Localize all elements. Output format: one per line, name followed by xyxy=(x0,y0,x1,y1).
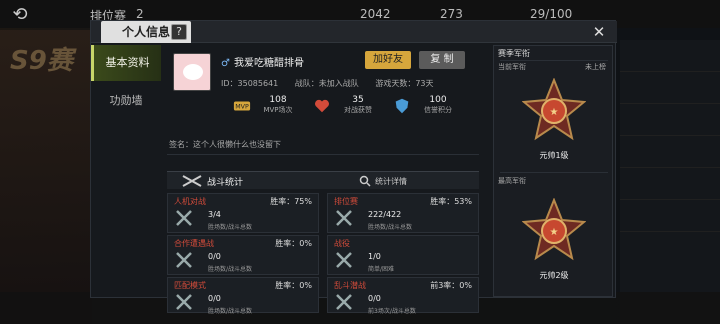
win-rate: 胜率：0% xyxy=(275,239,312,248)
divider xyxy=(500,60,608,61)
marshal-rank-medal-icon: ★ xyxy=(522,78,586,141)
search-icon xyxy=(359,175,371,187)
list-item xyxy=(620,200,720,232)
stat-likes: 35 对战获赞 xyxy=(313,95,385,135)
crossed-swords-icon xyxy=(336,252,352,268)
marshal-rank-medal-icon: ★ xyxy=(522,198,586,261)
stat-value: 108 xyxy=(269,95,287,105)
divider xyxy=(500,172,608,173)
win-rate: 胜率：53% xyxy=(430,197,472,206)
mode-name: 合作遭遇战 xyxy=(174,239,214,248)
mvp-icon: MVP xyxy=(233,101,251,111)
player-name-text: 我爱吃糖醋排骨 xyxy=(233,58,304,69)
season-rank-panel: 赛季军衔 当前军衔 未上榜 ★ 元帅1级 最高军衔 ★ 元帅2级 xyxy=(493,45,613,297)
win-count: 0/0 xyxy=(368,294,381,303)
win-rate: 胜率：0% xyxy=(275,281,312,290)
battle-cell-campaign[interactable]: 战役 1/0 简单/困难 xyxy=(327,235,479,275)
profile-info-panel: ♂ 我爱吃糖醋排骨 加好友 复 制 ID：35085641 战队：未加入战队 游戏… xyxy=(163,45,483,315)
stat-label: 对战获赞 xyxy=(344,106,372,114)
current-rank-status: 未上榜 xyxy=(585,63,606,71)
mode-name: 乱斗潜战 xyxy=(334,281,366,290)
win-count-label: 胜场数/战斗总数 xyxy=(208,266,253,273)
right-friend-list xyxy=(620,40,720,324)
win-count: 222/422 xyxy=(368,210,402,219)
win-count-label: 前3场次/战斗总数 xyxy=(368,308,416,315)
list-item xyxy=(620,136,720,168)
win-count-label: 简单/困难 xyxy=(368,266,395,273)
mode-name: 战役 xyxy=(334,239,350,248)
list-item xyxy=(620,104,720,136)
crossed-swords-icon xyxy=(336,210,352,226)
crossed-swords-icon xyxy=(176,210,192,226)
heart-icon xyxy=(314,99,330,113)
win-count-label: 胜场数/战斗总数 xyxy=(208,224,253,231)
mode-name: 匹配模式 xyxy=(174,281,206,290)
battle-cell-match[interactable]: 匹配模式 胜率：0% 0/0 胜场数/战斗总数 xyxy=(167,277,319,315)
stat-label: MVP场次 xyxy=(263,106,293,114)
player-name: ♂ 我爱吃糖醋排骨 xyxy=(221,54,304,69)
win-count: 0/0 xyxy=(208,252,221,261)
add-friend-button[interactable]: 加好友 xyxy=(365,51,411,69)
list-item xyxy=(620,72,720,104)
crossed-swords-icon xyxy=(176,294,192,310)
win-count: 3/4 xyxy=(208,210,221,219)
win-count-label: 胜场数/战斗总数 xyxy=(368,224,413,231)
best-rank-label: 最高军衔 xyxy=(498,177,526,185)
shield-icon xyxy=(395,98,409,114)
stamina-amount: 29/100 xyxy=(530,7,573,21)
crossed-guns-icon xyxy=(182,175,202,187)
signature: 签名：这个人很懒什么也没留下 xyxy=(167,139,479,155)
back-arrow-icon[interactable]: ⟲ xyxy=(0,4,40,25)
help-button[interactable]: ? xyxy=(171,24,187,40)
svg-text:★: ★ xyxy=(550,107,559,118)
stat-label: 信誉积分 xyxy=(424,106,452,114)
season-rank-title: 赛季军衔 xyxy=(498,49,530,58)
current-rank-name: 元帅1级 xyxy=(539,151,569,160)
win-rate: 前3率：0% xyxy=(430,281,472,290)
battle-stats-title: 战斗统计 xyxy=(207,178,244,188)
stat-mvp: MVP 108 MVP场次 xyxy=(233,95,305,135)
diamond-amount: 273 xyxy=(440,7,463,21)
mode-name: 排位赛 xyxy=(334,197,358,206)
svg-text:MVP: MVP xyxy=(235,104,249,111)
tab-merit-wall[interactable]: 功勋墙 xyxy=(91,83,161,119)
tab-basic-info[interactable]: 基本资料 xyxy=(91,45,161,81)
copy-button[interactable]: 复 制 xyxy=(419,51,465,69)
battle-stats-header: 战斗统计 统计详情 xyxy=(167,171,479,189)
avatar-face-icon xyxy=(183,64,203,80)
stat-value: 100 xyxy=(429,95,447,105)
crossed-swords-icon xyxy=(176,252,192,268)
win-count: 1/0 xyxy=(368,252,381,261)
battle-cell-ranked[interactable]: 排位赛 胜率：53% 222/422 胜场数/战斗总数 xyxy=(327,193,479,233)
avatar[interactable] xyxy=(173,53,211,91)
season-logo: S9赛 xyxy=(10,46,73,76)
list-item xyxy=(620,40,720,72)
win-rate: 胜率：75% xyxy=(270,197,312,206)
battle-cell-ai[interactable]: 人机对战 胜率：75% 3/4 胜场数/战斗总数 xyxy=(167,193,319,233)
stats-details-link[interactable]: 统计详情 xyxy=(375,176,407,187)
gold-amount: 2042 xyxy=(360,7,391,21)
stats-row: MVP 108 MVP场次 35 对战获赞 100 信誉积分 xyxy=(233,95,473,135)
profile-dialog: 个人信息 ? ✕ 基本资料 功勋墙 ♂ 我爱吃糖醋排骨 加好友 复 制 ID：35… xyxy=(90,20,617,315)
play-days: 游戏天数：73天 xyxy=(375,79,434,88)
level-text: 2 xyxy=(136,7,144,21)
stat-value: 35 xyxy=(352,95,364,105)
battle-cell-coop[interactable]: 合作遭遇战 胜率：0% 0/0 胜场数/战斗总数 xyxy=(167,235,319,275)
current-rank-label: 当前军衔 xyxy=(498,63,526,71)
dialog-header: 个人信息 ? ✕ xyxy=(91,21,617,43)
crossed-swords-icon xyxy=(336,294,352,310)
svg-text:★: ★ xyxy=(550,227,559,238)
close-button[interactable]: ✕ xyxy=(587,23,611,41)
player-id: ID：35085641 xyxy=(221,79,279,88)
win-count: 0/0 xyxy=(208,294,221,303)
battle-cell-brawl[interactable]: 乱斗潜战 前3率：0% 0/0 前3场次/战斗总数 xyxy=(327,277,479,315)
mode-name: 人机对战 xyxy=(174,197,206,206)
win-count-label: 胜场数/战斗总数 xyxy=(208,308,253,315)
list-item xyxy=(620,168,720,200)
best-rank-name: 元帅2级 xyxy=(539,271,569,280)
male-icon: ♂ xyxy=(221,58,230,69)
player-clan: 战队：未加入战队 xyxy=(294,79,359,88)
stat-credit: 100 信誉积分 xyxy=(393,95,465,135)
player-meta: ID：35085641 战队：未加入战队 游戏天数：73天 xyxy=(221,78,448,89)
